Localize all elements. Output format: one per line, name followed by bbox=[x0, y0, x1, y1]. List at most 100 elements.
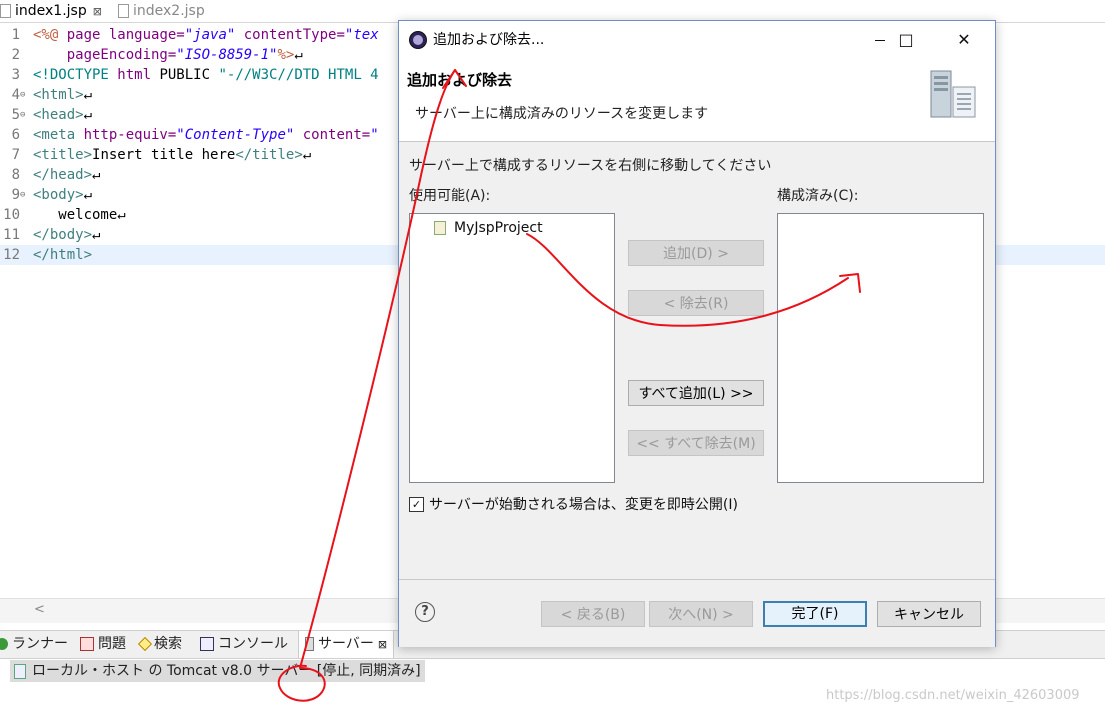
code-text: <meta http-equiv="Content-Type" content=… bbox=[33, 125, 379, 145]
code-text: pageEncoding="ISO-8859-1"%>↵ bbox=[33, 45, 303, 65]
code-token: PUBLIC bbox=[159, 67, 219, 83]
code-text: </body>↵ bbox=[33, 225, 100, 245]
fold-toggle-icon[interactable]: ⊖ bbox=[20, 185, 25, 205]
list-item-myjspproject[interactable]: MyJspProject bbox=[434, 218, 543, 238]
header-description: サーバー上に構成済みのリソースを変更します bbox=[415, 106, 709, 122]
add-button[interactable]: 追加(D) > bbox=[628, 240, 764, 266]
maximize-button[interactable]: □ bbox=[883, 21, 929, 59]
remove-all-button[interactable]: << すべて除去(M) bbox=[628, 430, 764, 456]
dialog-title: 追加および除去... bbox=[433, 32, 545, 48]
code-token: "ISO-8859-1" bbox=[176, 47, 278, 63]
scroll-left-icon[interactable]: < bbox=[34, 602, 45, 617]
editor-tab-index1[interactable]: index1.jsp ⊠ bbox=[0, 0, 102, 22]
close-icon[interactable]: ⊠ bbox=[378, 638, 387, 651]
tab-label: 検索 bbox=[154, 636, 182, 652]
line-number: 1 bbox=[11, 27, 20, 43]
code-text: <body>↵ bbox=[33, 185, 92, 205]
finish-button[interactable]: 完了(F) bbox=[763, 601, 867, 627]
code-token: ↵ bbox=[92, 227, 101, 243]
tab-search[interactable]: 検索 bbox=[137, 631, 182, 658]
code-text: <html>↵ bbox=[33, 85, 92, 105]
runner-icon bbox=[0, 638, 8, 650]
file-icon bbox=[118, 4, 129, 18]
watermark: https://blog.csdn.net/weixin_42603009 bbox=[826, 688, 1080, 703]
header-title: 追加および除去 bbox=[407, 71, 513, 89]
code-token: <head> bbox=[33, 107, 84, 123]
tab-label: サーバー bbox=[318, 636, 374, 652]
code-text: <title>Insert title here</title>↵ bbox=[33, 145, 311, 165]
line-number: 4 bbox=[11, 87, 20, 103]
code-token: html bbox=[117, 67, 160, 83]
search-icon bbox=[137, 636, 153, 652]
line-number: 2 bbox=[11, 47, 20, 63]
code-token: </html> bbox=[33, 247, 93, 263]
line-number: 11 bbox=[3, 227, 20, 243]
eclipse-icon bbox=[409, 31, 427, 49]
fold-toggle-icon[interactable]: ⊖ bbox=[20, 85, 25, 105]
fold-toggle-icon[interactable]: ⊖ bbox=[20, 105, 25, 125]
code-text: welcome↵ bbox=[33, 205, 125, 225]
configured-label: 構成済み(C): bbox=[777, 188, 859, 204]
tab-label: index1.jsp bbox=[15, 3, 87, 19]
publish-immediately-checkbox[interactable]: ✓ サーバーが始動される場合は、変更を即時公開(I) bbox=[409, 495, 738, 515]
close-icon: ✕ bbox=[957, 30, 971, 49]
dialog-footer: ? < 戻る(B) 次へ(N) > 完了(F) キャンセル bbox=[399, 579, 995, 647]
server-banner-icon bbox=[930, 70, 976, 118]
line-number: 8 bbox=[11, 167, 20, 183]
code-token: </body> bbox=[33, 227, 93, 243]
code-token: " bbox=[370, 127, 379, 143]
code-token: <%@ bbox=[33, 27, 67, 43]
code-text: <head>↵ bbox=[33, 105, 92, 125]
tab-runner[interactable]: ランナー bbox=[0, 631, 68, 658]
cancel-button[interactable]: キャンセル bbox=[877, 601, 981, 627]
code-token: "Content-Type" bbox=[176, 127, 295, 143]
tab-label: 問題 bbox=[98, 636, 126, 652]
code-token: ↵ bbox=[83, 187, 93, 203]
code-token: "java" bbox=[184, 27, 236, 43]
back-button[interactable]: < 戻る(B) bbox=[541, 601, 645, 627]
available-label: 使用可能(A): bbox=[409, 188, 491, 204]
checkbox-label: サーバーが始動される場合は、変更を即時公開(I) bbox=[429, 497, 738, 513]
line-number: 5 bbox=[11, 107, 20, 123]
code-token: page bbox=[66, 27, 109, 43]
code-token: <body> bbox=[33, 187, 84, 203]
line-number: 3 bbox=[11, 67, 20, 83]
dialog-header: 追加および除去 サーバー上に構成済みのリソースを変更します bbox=[399, 59, 995, 142]
code-token: ↵ bbox=[92, 167, 101, 183]
checkbox-check-icon[interactable]: ✓ bbox=[409, 496, 424, 512]
code-token: http-equiv= bbox=[83, 127, 177, 143]
code-token: content= bbox=[302, 127, 371, 143]
line-number: 10 bbox=[3, 207, 20, 223]
dialog-title-bar[interactable]: 追加および除去... □ ✕ bbox=[399, 21, 995, 59]
tab-console[interactable]: コンソール bbox=[200, 631, 288, 658]
close-icon[interactable]: ⊠ bbox=[93, 5, 102, 18]
code-token: ↵ bbox=[294, 47, 303, 63]
code-token: <!DOCTYPE bbox=[33, 67, 118, 83]
code-token: ↵ bbox=[83, 107, 93, 123]
code-token: "tex bbox=[344, 27, 379, 43]
available-list[interactable]: MyJspProject bbox=[409, 213, 615, 483]
next-button[interactable]: 次へ(N) > bbox=[649, 601, 753, 627]
code-token: %> bbox=[277, 47, 295, 63]
file-icon bbox=[0, 4, 11, 18]
remove-button[interactable]: < 除去(R) bbox=[628, 290, 764, 316]
help-icon[interactable]: ? bbox=[415, 602, 435, 622]
configured-list[interactable] bbox=[777, 213, 984, 483]
tab-problems[interactable]: 問題 bbox=[80, 631, 126, 658]
code-token: <meta bbox=[33, 127, 84, 143]
line-number: 6 bbox=[11, 127, 20, 143]
server-list-item[interactable]: ローカル・ホスト の Tomcat v8.0 サーバー [停止, 同期済み] bbox=[10, 660, 425, 682]
close-button[interactable]: ✕ bbox=[941, 21, 987, 59]
editor-tab-index2[interactable]: index2.jsp bbox=[118, 0, 205, 22]
code-token: </title> bbox=[235, 147, 303, 163]
tab-label: index2.jsp bbox=[133, 3, 205, 19]
code-token: contentType= bbox=[243, 27, 345, 43]
add-all-button[interactable]: すべて追加(L) >> bbox=[628, 380, 764, 406]
tab-servers[interactable]: サーバー ⊠ bbox=[298, 631, 395, 658]
add-remove-dialog: 追加および除去... □ ✕ 追加および除去 サーバー上に構成済みのリソースを変… bbox=[398, 20, 996, 647]
tab-label: コンソール bbox=[218, 636, 288, 652]
server-entry-label: ローカル・ホスト の Tomcat v8.0 サーバー [停止, 同期済み] bbox=[32, 663, 421, 679]
